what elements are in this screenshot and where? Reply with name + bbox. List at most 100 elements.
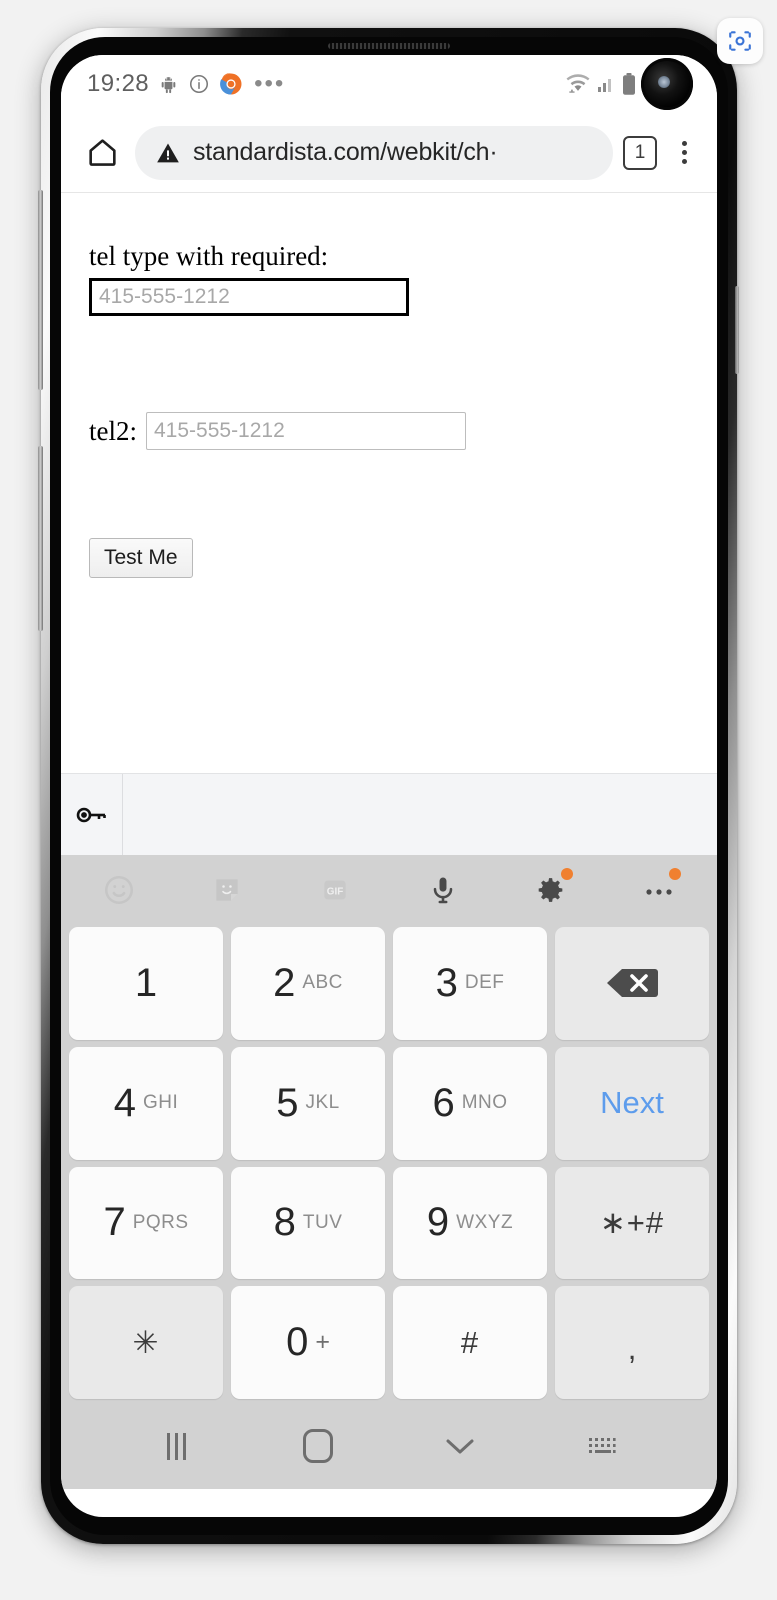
key-digit: 4 [113,1080,136,1125]
web-page-content: tel type with required: tel2: Test Me [61,193,717,773]
key-letters: TUV [302,1211,343,1233]
tel1-input[interactable] [89,278,409,316]
cellular-signal-icon [596,74,616,94]
chrome-icon [219,72,243,96]
info-circle-icon [188,73,210,95]
tel1-label: tel type with required: [89,241,329,271]
key-0[interactable]: 0 + [231,1286,385,1399]
home-icon[interactable] [288,1423,348,1469]
keypad-row: ✳ 0 + # , [69,1286,709,1399]
key-letters: ABC [302,972,343,994]
key-digit: 7 [103,1200,126,1245]
tel2-field-row: tel2: [89,412,717,450]
android-debug-icon [158,74,179,95]
key-symbol: ∗+# [599,1204,665,1240]
key-plus: + [315,1328,330,1357]
address-bar[interactable]: standardista.com/webkit/ch· [135,125,613,180]
address-bar-url: standardista.com/webkit/ch· [193,138,498,166]
settings-badge-dot [561,868,573,880]
tab-count-label: 1 [634,141,646,163]
phone-device-frame: 19:28 ••• standardista.com/webkit/ch· 1 … [38,28,739,1544]
status-bar-right [565,72,637,96]
test-me-button[interactable]: Test Me [89,538,193,578]
key-letters: PQRS [132,1211,189,1233]
key-backspace[interactable] [555,927,709,1040]
key-digit: 5 [276,1080,299,1125]
key-digit: 1 [134,960,158,1005]
switch-keyboard-icon[interactable] [572,1423,632,1469]
overflow-menu-icon[interactable] [667,141,701,164]
autofill-suggestions-area[interactable] [123,774,717,855]
tab-switcher-button[interactable]: 1 [623,135,657,170]
key-2[interactable]: 2 ABC [231,927,385,1040]
recents-icon[interactable] [146,1423,206,1469]
key-letters: JKL [305,1092,340,1114]
keyboard-toolbar: GIF [61,855,717,925]
front-camera-punch-hole [641,58,693,110]
status-bar-left: 19:28 ••• [87,70,285,98]
keypad-row: 4 GHI 5 JKL 6 MNO Next [69,1046,709,1160]
browser-toolbar: standardista.com/webkit/ch· 1 [61,113,717,193]
keyboard-more-icon[interactable] [635,866,683,914]
key-digit: 0 [286,1320,309,1365]
keypad: 1 2 ABC 3 DEF 4 GHI 5 JKL 6 MNO Next 7 P… [61,925,717,1403]
key-7[interactable]: 7 PQRS [69,1166,223,1280]
key-symbol: ✳ [132,1324,160,1360]
emoji-icon[interactable] [95,866,143,914]
sticker-icon[interactable] [203,866,251,914]
key-comma[interactable]: , [555,1286,709,1399]
key-hash[interactable]: # [393,1286,547,1399]
key-4[interactable]: 4 GHI [69,1046,223,1160]
side-button-right[interactable] [735,286,739,374]
keypad-row: 7 PQRS 8 TUV 9 WXYZ ∗+# [69,1166,709,1280]
samsung-keyboard: GIF 1 2 ABC 3 DEF 4 GHI 5 JKL 6 MNO Next… [61,855,717,1403]
key-8[interactable]: 8 TUV [231,1166,385,1280]
key-next[interactable]: Next [555,1046,709,1160]
status-overflow-dots: ••• [254,70,286,97]
key-6[interactable]: 6 MNO [393,1046,547,1160]
key-symbol: # [460,1324,480,1360]
keyboard-settings-icon[interactable] [527,866,575,914]
key-asterisk[interactable]: ✳ [69,1286,223,1399]
tel2-input[interactable] [146,412,466,450]
key-next-label: Next [600,1085,664,1121]
status-clock: 19:28 [87,70,150,97]
svg-text:GIF: GIF [327,886,343,897]
phone-screen: 19:28 ••• standardista.com/webkit/ch· 1 … [61,55,717,1517]
key-digit: 3 [435,960,458,1005]
key-1[interactable]: 1 [69,927,223,1040]
key-symbols[interactable]: ∗+# [555,1166,709,1280]
key-digit: 9 [426,1200,450,1245]
key-letters: WXYZ [456,1211,514,1233]
key-letters: DEF [464,972,505,994]
key-digit: 6 [432,1080,455,1125]
more-badge-dot [669,868,681,880]
tel1-field-wrapper [89,278,717,316]
autofill-suggestion-strip [61,773,717,855]
wifi-icon [565,73,591,95]
key-3[interactable]: 3 DEF [393,927,547,1040]
password-key-icon[interactable] [61,774,123,855]
screenshot-canvas: 19:28 ••• standardista.com/webkit/ch· 1 … [0,0,777,1600]
microphone-icon[interactable] [419,866,467,914]
earpiece-speaker [328,43,450,49]
android-navigation-bar [61,1403,717,1489]
screenshot-capture-icon [727,28,753,54]
key-symbol: , [627,1330,637,1366]
status-bar: 19:28 ••• [61,55,717,113]
key-letters: MNO [461,1092,508,1114]
keypad-row: 1 2 ABC 3 DEF [69,927,709,1040]
key-digit: 2 [273,960,296,1005]
gif-icon[interactable]: GIF [311,866,359,914]
battery-icon [621,72,637,96]
home-icon[interactable] [79,136,125,169]
not-secure-warning-icon [155,140,181,166]
volume-button[interactable] [38,190,43,390]
power-button[interactable] [38,446,43,631]
key-letters: GHI [142,1092,179,1114]
hide-keyboard-chevron-icon[interactable] [430,1423,490,1469]
key-9[interactable]: 9 WXYZ [393,1166,547,1280]
screenshot-capture-badge[interactable] [717,18,763,64]
key-5[interactable]: 5 JKL [231,1046,385,1160]
tel2-label: tel2: [89,415,137,446]
